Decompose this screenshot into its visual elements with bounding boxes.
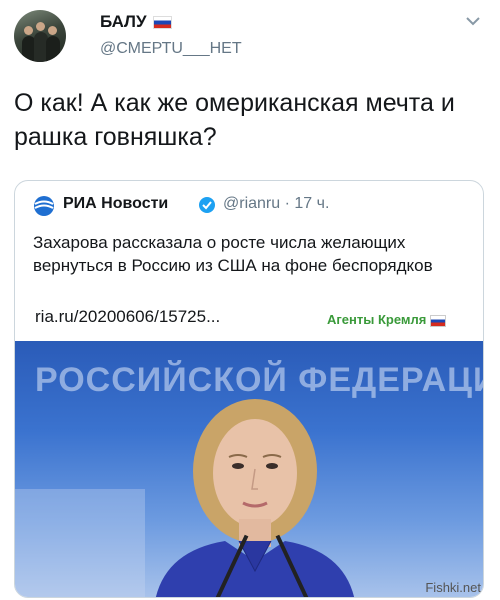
- speaker-portrait: [156, 399, 354, 597]
- author-avatar[interactable]: [14, 10, 66, 62]
- state-media-label-text: Агенты Кремля: [327, 312, 427, 327]
- quoted-author-name[interactable]: РИА Новости: [63, 195, 168, 213]
- author-name[interactable]: БАЛУ: [100, 12, 172, 32]
- quoted-tweet-photo[interactable]: РОССИЙСКОЙ ФЕДЕРАЦИИ Fishki.net: [15, 341, 483, 597]
- quoted-author-handle[interactable]: @rianru · 17 ч.: [223, 195, 329, 213]
- russia-flag-icon: [152, 16, 172, 30]
- quoted-tweet-link[interactable]: ria.ru/20200606/15725...: [35, 307, 220, 327]
- chevron-down-icon[interactable]: [464, 12, 482, 30]
- ria-logo-icon: [34, 196, 54, 216]
- author-name-text[interactable]: БАЛУ: [100, 12, 147, 31]
- tweet-text: О как! А как же омериканская мечта и раш…: [14, 89, 455, 151]
- author-handle[interactable]: @СМЕРТU___НЕТ: [100, 40, 242, 58]
- state-media-label: Агенты Кремля: [327, 312, 447, 327]
- quoted-tweet-card[interactable]: РИА Новости @rianru · 17 ч. Захарова рас…: [14, 180, 484, 598]
- verified-badge-icon: [199, 197, 215, 213]
- russia-flag-icon: [430, 314, 447, 327]
- building-emblem: [15, 489, 145, 597]
- quoted-tweet-text: Захарова рассказала о росте числа желающ…: [33, 233, 433, 275]
- watermark: Fishki.net: [425, 580, 481, 595]
